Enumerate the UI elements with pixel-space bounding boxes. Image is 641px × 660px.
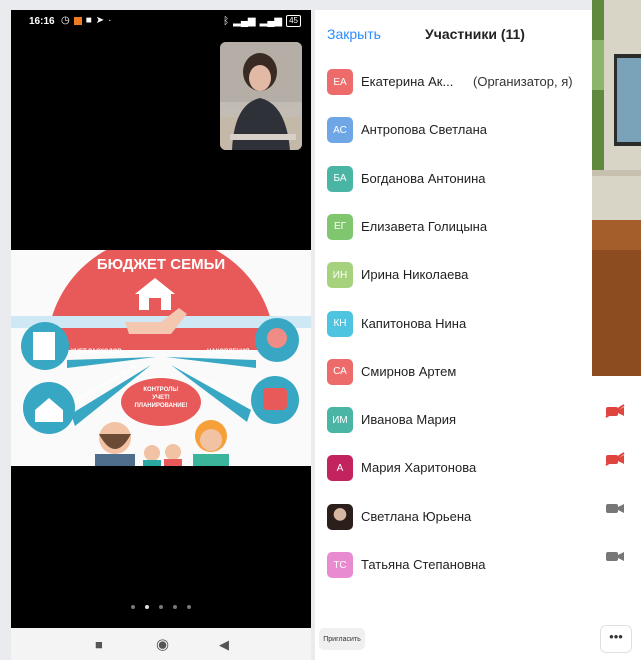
participant-row[interactable]: ТС Татьяна Степановна: [315, 545, 592, 585]
telegram-icon: ➤: [95, 15, 105, 26]
status-left-icons: ◷ ■ ➤ ·: [61, 15, 112, 26]
recents-icon[interactable]: ■: [95, 637, 103, 652]
participant-row[interactable]: БА Богданова Антонина: [315, 159, 592, 199]
participant-avatar: А: [327, 455, 353, 482]
participant-avatar: ИМ: [327, 407, 353, 434]
participant-row[interactable]: ЕГ Елизавета Голицына: [315, 207, 592, 247]
participant-name: Мария Харитонова: [361, 460, 477, 476]
participant-role: (Организатор, я): [473, 74, 573, 89]
page-dot[interactable]: [187, 605, 191, 609]
participant-row[interactable]: КН Капитонова Нина: [315, 304, 592, 344]
participant-name: Смирнов Артем: [361, 363, 457, 379]
page-dot[interactable]: [173, 605, 177, 609]
participant-avatar: ТС: [327, 552, 353, 578]
phone-screen: 16:16 ◷ ■ ➤ · ᛒ ▂▄▆ ▂▄▆ 45 БЮДЖЕТ СЕМЬИ …: [11, 10, 311, 628]
participants-panel: Закрыть Участники (11) ЕА Екатерина Ак...…: [315, 10, 592, 660]
participant-avatar: СА: [327, 358, 353, 385]
participant-row[interactable]: ИН Ирина Николаева: [315, 255, 592, 295]
participant-name: Антропова Светлана: [361, 122, 487, 138]
camera-icon: ■: [85, 15, 92, 26]
participant-name: Ирина Николаева: [361, 267, 469, 283]
participant-row[interactable]: ИМ Иванова Мария: [315, 400, 592, 440]
page-dot-active[interactable]: [145, 605, 149, 609]
page-dot[interactable]: [159, 605, 163, 609]
slide-center-line-1: КОНТРОЛЬ!: [143, 387, 179, 393]
participant-name: Екатерина Ак...: [361, 74, 454, 89]
classroom-video: [592, 0, 641, 376]
participant-row[interactable]: АС Антропова Светлана: [315, 110, 592, 150]
slide-center-line-2: УЧЕТ!: [152, 395, 170, 401]
dot-icon: ·: [108, 15, 112, 26]
participant-avatar: АС: [327, 117, 353, 144]
page-indicator[interactable]: [131, 605, 191, 609]
signal-icon: ▂▄▆: [233, 15, 256, 27]
app-icon: [73, 16, 82, 25]
invite-button[interactable]: Пригласить: [319, 628, 365, 650]
video-icon[interactable]: [604, 501, 626, 515]
slide-label-savings: НАКОПЛЕНИЯ: [207, 349, 250, 355]
participant-photo-avatar: [327, 503, 353, 530]
bluetooth-icon: ᛒ: [223, 15, 230, 27]
status-right-icons: ᛒ ▂▄▆ ▂▄▆ 45: [223, 15, 301, 27]
alarm-icon: ◷: [61, 15, 70, 26]
participant-name: Татьяна Степановна: [361, 557, 486, 572]
page-dot[interactable]: [131, 605, 135, 609]
participant-name: Иванова Мария: [361, 412, 457, 428]
participant-row[interactable]: СА Смирнов Артем: [315, 352, 592, 392]
muted-video-icon[interactable]: [604, 404, 626, 418]
slide-label-expenses: УЧЕТ РАСХОДОВ: [71, 349, 122, 355]
presentation-slide: БЮДЖЕТ СЕМЬИ УЧЕТ РАСХОДОВ НАКОПЛЕНИЯ ДО…: [11, 250, 311, 466]
participant-name: Елизавета Голицына: [361, 218, 488, 234]
participant-row[interactable]: А Мария Харитонова: [315, 448, 592, 488]
participant-name: Капитонова Нина: [361, 315, 467, 331]
status-time: 16:16: [29, 16, 55, 27]
participant-name: Богданова Антонина: [361, 170, 486, 186]
slide-center-text: КОНТРОЛЬ! УЧЕТ! ПЛАНИРОВАНИЕ!: [123, 386, 199, 410]
participant-row[interactable]: ЕА Екатерина Ак... (Организатор, я): [315, 62, 592, 102]
signal2-icon: ▂▄▆: [259, 15, 283, 27]
android-nav-bar: ■ ◉ ◀: [11, 628, 311, 660]
participant-name: Светлана Юрьена: [361, 508, 472, 524]
battery-icon: 45: [286, 15, 301, 27]
home-icon[interactable]: ◉: [156, 635, 169, 653]
participant-avatar: БА: [327, 165, 353, 192]
participant-row[interactable]: Светлана Юрьена: [315, 497, 592, 537]
video-icon[interactable]: [604, 549, 626, 563]
close-button[interactable]: Закрыть: [327, 26, 381, 42]
participant-avatar: ЕГ: [327, 213, 353, 240]
participant-avatar: КН: [327, 310, 353, 337]
more-button[interactable]: •••: [600, 625, 632, 653]
slide-title: БЮДЖЕТ СЕМЬИ: [96, 256, 226, 273]
back-icon[interactable]: ◀: [219, 637, 229, 653]
participants-header: Закрыть Участники (11): [315, 10, 592, 54]
participants-title: Участники (11): [425, 26, 525, 42]
muted-video-icon[interactable]: [604, 452, 626, 466]
slide-center-line-3: ПЛАНИРОВАНИЕ!: [134, 403, 188, 409]
self-video-thumbnail[interactable]: [220, 42, 302, 150]
participant-avatar: ИН: [327, 262, 353, 289]
participant-avatar: ЕА: [327, 69, 353, 95]
status-bar: 16:16 ◷ ■ ➤ · ᛒ ▂▄▆ ▂▄▆ 45: [11, 10, 311, 34]
right-column: •••: [592, 0, 641, 660]
